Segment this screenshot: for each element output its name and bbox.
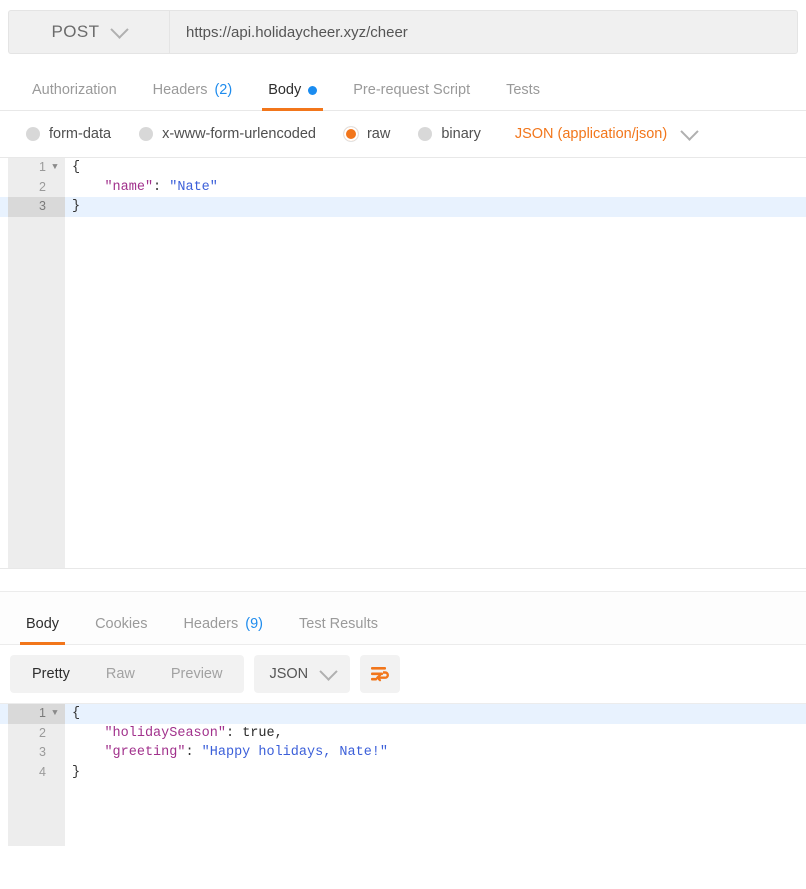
code-line-text: "name": "Nate" [72,178,806,198]
code-line[interactable]: 2 "name": "Nate" [0,178,806,198]
response-view-preview[interactable]: Preview [153,655,241,693]
code-fold-toggle-icon[interactable]: ▼ [50,704,60,724]
radio-button-icon[interactable] [418,127,432,141]
body-mode-row: form-datax-www-form-urlencodedrawbinary … [0,111,806,157]
request-tab-pre-request-script[interactable]: Pre-request Script [335,82,488,110]
request-body-editor[interactable]: 1▼{2 "name": "Nate"3} [0,157,806,568]
response-tab-bar: Body Cookies Headers (9) Test Results [0,592,806,645]
request-url-bar: POST https://api.holidaycheer.xyz/cheer [8,10,798,54]
body-mode-label: raw [367,126,390,142]
chevron-down-icon [111,20,129,38]
line-number: 3 [8,743,65,763]
code-fold-toggle-icon[interactable]: ▼ [50,158,60,178]
word-wrap-icon [370,666,390,682]
response-view-raw[interactable]: Raw [88,655,153,693]
code-line[interactable]: 3} [0,197,806,217]
response-tab-cookies[interactable]: Cookies [77,616,165,644]
pane-splitter[interactable] [0,568,806,592]
tab-label: Cookies [95,616,147,632]
code-line-text: "greeting": "Happy holidays, Nate!" [72,743,806,763]
tab-label: Test Results [299,616,378,632]
body-mode-form-data[interactable]: form-data [26,126,111,142]
body-mode-label: form-data [49,126,111,142]
http-method-select[interactable]: POST [8,10,169,54]
code-line-text: } [72,197,806,217]
body-mode-binary[interactable]: binary [418,126,481,142]
body-mode-label: binary [441,126,481,142]
tab-label: Pre-request Script [353,82,470,98]
response-format-label: JSON [269,666,308,682]
response-format-select[interactable]: JSON [254,655,350,693]
content-type-select[interactable]: JSON (application/json) [515,126,696,142]
response-view-pretty[interactable]: Pretty [14,655,88,693]
code-line[interactable]: 1▼{ [0,704,806,724]
response-tab-headers[interactable]: Headers (9) [165,616,281,644]
response-tab-body[interactable]: Body [8,616,77,644]
line-number: 3 [8,197,65,217]
tab-label: Headers [183,616,238,632]
content-type-label: JSON (application/json) [515,126,667,142]
line-number: 2 [8,178,65,198]
radio-button-icon[interactable] [344,127,358,141]
body-mode-label: x-www-form-urlencoded [162,126,316,142]
code-line[interactable]: 1▼{ [0,158,806,178]
unsaved-dot-icon [308,86,317,95]
request-tab-tests[interactable]: Tests [488,82,558,110]
code-line[interactable]: 2 "holidaySeason": true, [0,724,806,744]
http-method-label: POST [52,22,100,42]
request-tab-headers[interactable]: Headers (2) [135,82,251,110]
response-body-editor[interactable]: 1▼{2 "holidaySeason": true,3 "greeting":… [0,703,806,846]
body-mode-x-www-form-urlencoded[interactable]: x-www-form-urlencoded [139,126,316,142]
code-line-text: "holidaySeason": true, [72,724,806,744]
request-tab-body[interactable]: Body [250,82,335,110]
code-line-text: { [72,158,806,178]
response-toolbar: PrettyRawPreview JSON [0,645,806,703]
word-wrap-button[interactable] [360,655,400,693]
line-number: 2 [8,724,65,744]
request-tab-authorization[interactable]: Authorization [14,82,135,110]
tab-label: Headers [153,82,208,98]
tab-count-badge: (9) [245,616,263,632]
response-tab-test-results[interactable]: Test Results [281,616,396,644]
code-line[interactable]: 3 "greeting": "Happy holidays, Nate!" [0,743,806,763]
tab-label: Authorization [32,82,117,98]
request-url-input[interactable]: https://api.holidaycheer.xyz/cheer [169,10,798,54]
editor-gutter [8,158,65,568]
chevron-down-icon [319,662,337,680]
line-number: 4 [8,763,65,783]
tab-label: Body [26,616,59,632]
code-line-text: } [72,763,806,783]
radio-button-icon[interactable] [26,127,40,141]
body-mode-raw[interactable]: raw [344,126,390,142]
chevron-down-icon [680,122,698,140]
tab-count-badge: (2) [214,82,232,98]
response-view-mode-group: PrettyRawPreview [10,655,244,693]
request-tab-bar: Authorization Headers (2) Body Pre-request S… [0,64,806,111]
tab-label: Body [268,82,301,98]
code-line-text: { [72,704,806,724]
code-line[interactable]: 4} [0,763,806,783]
tab-label: Tests [506,82,540,98]
radio-button-icon[interactable] [139,127,153,141]
